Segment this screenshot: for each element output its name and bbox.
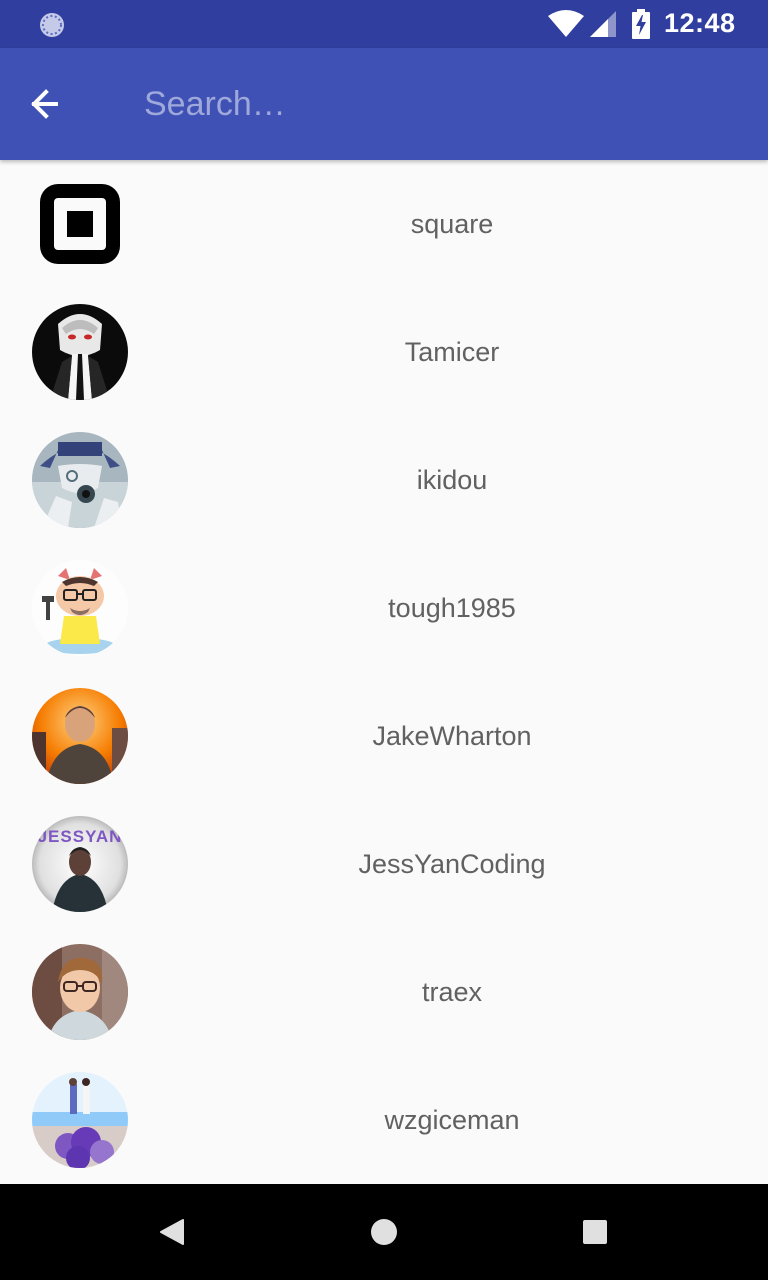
list-item[interactable]: wzgiceman [0,1056,768,1184]
user-name: square [410,209,494,239]
list-item[interactable]: ikidou [0,416,768,544]
arrow-back-icon [31,89,58,119]
battery-charging-icon [632,9,650,39]
user-name: JessYanCoding [358,849,546,879]
search-input[interactable] [144,78,724,130]
cell-signal-icon [590,11,616,37]
list-item[interactable]: JakeWharton [0,672,768,800]
list-item[interactable]: JESSYAN JessYanCoding [0,800,768,928]
user-list: square Tamicer ikidou tough1985 JakeWhar… [0,160,768,1184]
person-photo-avatar [32,688,128,784]
octocat-avatar [32,560,128,656]
back-triangle-icon [160,1219,184,1245]
person-photo-avatar: JESSYAN [32,816,128,912]
navigation-bar [0,1184,768,1280]
home-circle-icon [371,1219,397,1245]
user-name: ikidou [416,465,488,495]
user-name: tough1985 [388,593,516,623]
list-item[interactable]: Tamicer [0,288,768,416]
user-name: traex [421,977,483,1007]
status-bar: 12:48 [0,0,768,48]
couple-beach-photo-avatar [32,1072,128,1168]
user-name: JakeWharton [372,721,532,751]
nav-home-button[interactable] [360,1208,408,1256]
wifi-icon [548,10,584,37]
status-time: 12:48 [664,8,736,38]
app-bar [0,48,768,160]
user-name: wzgiceman [384,1105,520,1135]
nav-recents-button[interactable] [571,1208,619,1256]
anime-detective-avatar [32,432,128,528]
list-item[interactable]: tough1985 [0,544,768,672]
list-item[interactable]: square [0,160,768,288]
nav-back-button[interactable] [148,1208,196,1256]
svg-text:JESSYAN: JESSYAN [38,827,123,846]
anime-character-avatar [32,304,128,400]
sync-spinner-icon [40,13,64,37]
back-button[interactable] [24,80,72,128]
list-item[interactable]: traex [0,928,768,1056]
user-name: Tamicer [404,337,500,367]
square-logo-icon [32,176,128,272]
person-photo-avatar [32,944,128,1040]
recents-square-icon [583,1220,607,1244]
